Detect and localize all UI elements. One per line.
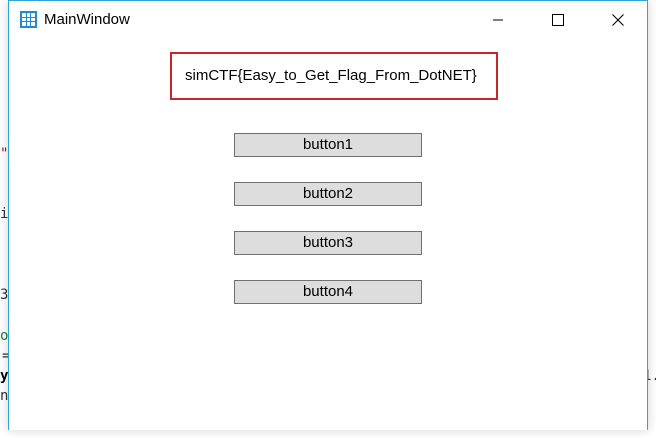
button3[interactable]: button3 [234,231,422,255]
maximize-icon [552,13,564,26]
window-title: MainWindow [44,11,130,28]
main-window: MainWindow simCTF{Easy_to_Get_Flag_From_… [8,0,648,430]
button2[interactable]: button2 [234,182,422,206]
minimize-icon [493,19,503,20]
minimize-button[interactable] [475,1,521,38]
button1[interactable]: button1 [234,133,422,157]
flag-textbox[interactable]: simCTF{Easy_to_Get_Flag_From_DotNET} [170,52,498,100]
maximize-button[interactable] [535,1,581,38]
close-icon [612,13,624,26]
button4[interactable]: button4 [234,280,422,304]
window-client-area: simCTF{Easy_to_Get_Flag_From_DotNET} but… [9,38,647,430]
title-bar[interactable]: MainWindow [9,1,647,38]
close-button[interactable] [595,1,641,38]
app-grid-icon [20,11,37,28]
